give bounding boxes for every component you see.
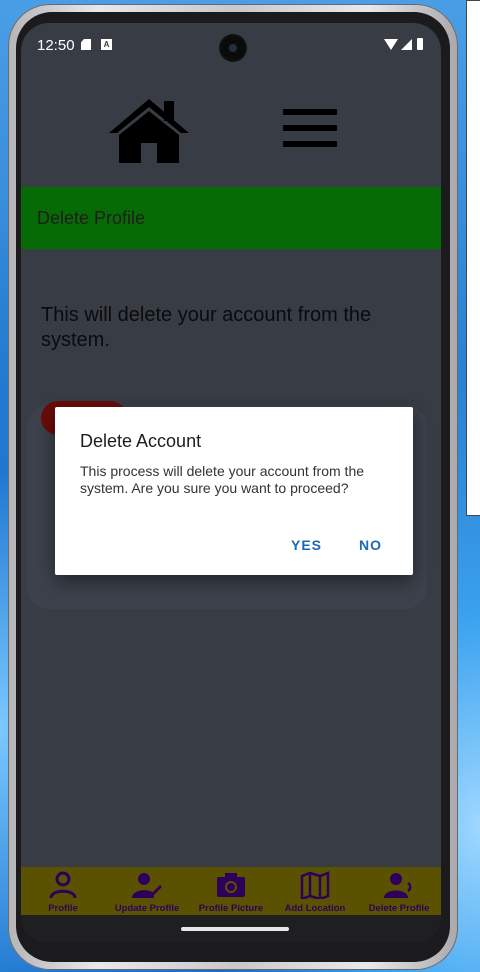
a-notification-icon: A [101, 39, 112, 50]
signal-icon [401, 38, 412, 50]
yes-button[interactable]: YES [291, 537, 322, 553]
nav-label-update-profile: Update Profile [114, 903, 180, 914]
no-button[interactable]: NO [359, 537, 382, 553]
dialog-message: This process will delete your account fr… [80, 463, 365, 496]
status-bar: 12:50 A [21, 23, 441, 67]
map-icon [300, 871, 330, 899]
battery-icon [417, 38, 423, 50]
person-remove-icon [384, 873, 412, 898]
nav-label-delete-profile: Delete Profile [368, 903, 430, 914]
nav-item-update-profile[interactable]: Update Profile [105, 867, 189, 915]
delete-description: This will delete your account from the s… [41, 304, 372, 351]
wifi-icon [384, 38, 398, 50]
person-edit-icon [132, 873, 162, 898]
app-screen: 12:50 A Delete Profile This will delete … [21, 23, 441, 943]
person-outline-icon [49, 871, 77, 899]
camera-icon [217, 873, 245, 897]
bottom-navigation: Profile Update Profile Profile Picture A… [21, 867, 441, 915]
dialog-title: Delete Account [80, 431, 202, 451]
delete-account-dialog: Delete Account This process will delete … [55, 407, 413, 575]
front-camera [221, 36, 245, 60]
status-indicators [384, 38, 423, 50]
nav-item-add-location[interactable]: Add Location [273, 867, 357, 915]
home-gesture-bar[interactable] [181, 927, 289, 931]
sd-card-icon [81, 39, 91, 50]
status-time: 12:50 [37, 37, 75, 54]
nav-label-add-location: Add Location [284, 903, 346, 914]
nav-label-profile-picture: Profile Picture [198, 903, 264, 914]
background-window[interactable] [466, 0, 480, 516]
home-icon[interactable] [109, 97, 189, 163]
page-title: Delete Profile [37, 208, 146, 228]
hamburger-menu-icon[interactable] [283, 109, 337, 149]
nav-item-delete-profile[interactable]: Delete Profile [357, 867, 441, 915]
gesture-area [21, 915, 441, 943]
nav-label-profile: Profile [48, 903, 78, 914]
nav-item-profile[interactable]: Profile [21, 867, 105, 915]
nav-item-profile-picture[interactable]: Profile Picture [189, 867, 273, 915]
